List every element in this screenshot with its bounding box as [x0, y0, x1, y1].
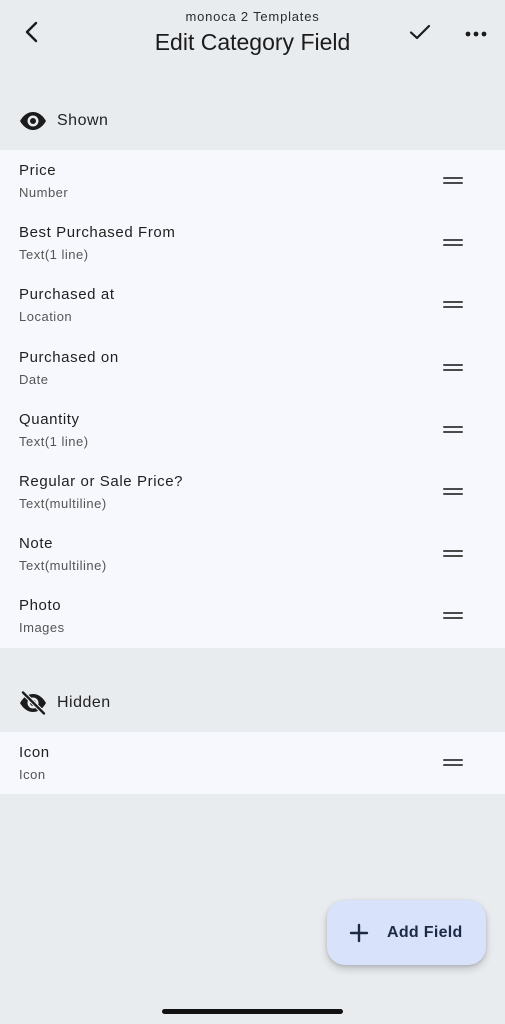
- list-item[interactable]: Purchased on Date: [0, 337, 505, 399]
- drag-handle-icon[interactable]: [443, 425, 463, 435]
- list-item[interactable]: Note Text(multiline): [0, 523, 505, 585]
- drag-handle-icon[interactable]: [443, 363, 463, 373]
- drag-handle-icon[interactable]: [443, 176, 463, 186]
- field-type: Text(1 line): [19, 247, 89, 263]
- confirm-button[interactable]: [400, 14, 440, 54]
- field-type: Text(multiline): [19, 558, 107, 574]
- field-name: Regular or Sale Price?: [19, 472, 184, 490]
- drag-handle-icon[interactable]: [443, 300, 463, 310]
- more-horizontal-icon: [465, 25, 487, 43]
- list-item[interactable]: Purchased at Location: [0, 274, 505, 336]
- eye-off-icon: [19, 689, 47, 717]
- hidden-fields-list: Icon Icon: [0, 732, 505, 795]
- field-type: Date: [19, 371, 49, 387]
- drag-handle-icon[interactable]: [443, 758, 463, 768]
- top-app-bar: monoca 2 Templates Edit Category Field: [0, 0, 505, 70]
- field-name: Note: [19, 535, 54, 553]
- list-item[interactable]: Best Purchased From Text(1 line): [0, 212, 505, 274]
- drag-handle-icon[interactable]: [443, 549, 463, 559]
- field-name: Photo: [19, 597, 62, 615]
- list-item[interactable]: Regular or Sale Price? Text(multiline): [0, 461, 505, 523]
- field-name: Price: [19, 162, 57, 179]
- shown-fields-list: Price Number Best Purchased From Text(1 …: [0, 150, 505, 648]
- field-name: Icon: [19, 744, 50, 761]
- field-type: Icon: [19, 767, 46, 782]
- drag-handle-icon[interactable]: [443, 611, 463, 621]
- drag-handle-icon[interactable]: [443, 487, 463, 497]
- field-type: Number: [19, 185, 69, 200]
- list-item[interactable]: Quantity Text(1 line): [0, 399, 505, 461]
- add-field-button[interactable]: Add Field: [327, 900, 486, 965]
- list-item[interactable]: Price Number: [0, 150, 505, 212]
- field-name: Quantity: [19, 410, 80, 428]
- shown-section-header: Shown: [0, 95, 505, 147]
- check-icon: [408, 20, 432, 49]
- shown-section-label: Shown: [57, 112, 109, 129]
- list-item[interactable]: Icon Icon: [0, 732, 505, 794]
- home-indicator: [162, 1009, 343, 1014]
- field-name: Purchased on: [19, 348, 119, 366]
- field-name: Best Purchased From: [19, 224, 176, 242]
- plus-icon: [348, 922, 370, 944]
- field-type: Text(1 line): [19, 433, 89, 449]
- more-options-button[interactable]: [456, 14, 496, 54]
- field-type: Images: [19, 620, 65, 636]
- field-type: Location: [19, 309, 73, 325]
- add-field-label: Add Field: [387, 923, 463, 941]
- field-type: Text(multiline): [19, 495, 107, 511]
- list-item[interactable]: Photo Images: [0, 585, 505, 647]
- hidden-section-label: Hidden: [57, 694, 111, 711]
- eye-icon: [19, 107, 47, 135]
- hidden-section-header: Hidden: [0, 677, 505, 729]
- drag-handle-icon[interactable]: [443, 238, 463, 248]
- field-name: Purchased at: [19, 286, 115, 304]
